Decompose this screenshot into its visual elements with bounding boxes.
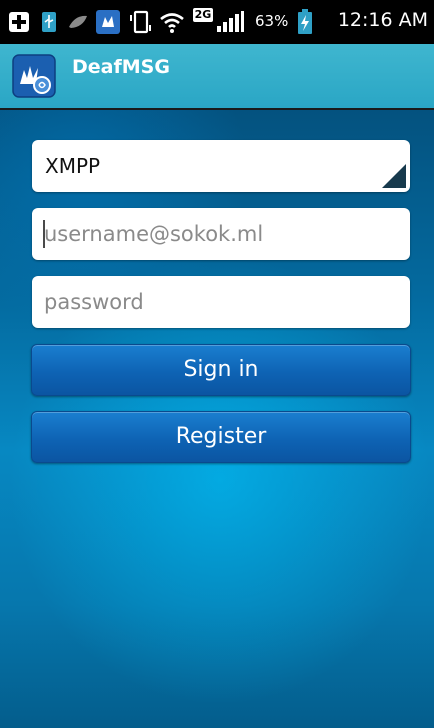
battery-charging-icon — [296, 8, 314, 36]
battery-percent: 63% — [255, 12, 289, 30]
password-field[interactable] — [32, 276, 410, 328]
clock: 12:16 AM — [337, 9, 428, 31]
usb-icon — [38, 8, 60, 36]
sign-in-button[interactable]: Sign in — [31, 344, 411, 396]
screen: 2G 63% 12:16 AM DeafMSG XMPP username@so… — [0, 0, 434, 728]
text-cursor — [43, 220, 45, 248]
app-title: DeafMSG — [72, 56, 170, 78]
deafmsg-app-icon[interactable] — [12, 54, 56, 98]
register-button[interactable]: Register — [31, 411, 411, 463]
signal-icon — [214, 8, 246, 36]
login-form: XMPP Sign in Register — [0, 110, 434, 728]
dropdown-arrow-icon — [382, 164, 406, 188]
username-field[interactable] — [32, 208, 410, 260]
network-type-icon: 2G — [190, 6, 216, 24]
network-type-label: 2G — [192, 8, 214, 22]
protocol-select[interactable]: XMPP — [32, 140, 410, 192]
password-input[interactable] — [32, 276, 410, 328]
vibrate-icon — [126, 8, 154, 36]
protocol-selected-value: XMPP — [45, 154, 101, 178]
leaf-icon — [66, 8, 90, 36]
add-icon — [6, 8, 32, 36]
action-bar: DeafMSG — [0, 44, 434, 110]
app-notification-icon — [94, 8, 122, 36]
username-input[interactable] — [32, 208, 410, 260]
wifi-icon — [158, 8, 186, 36]
status-bar: 2G 63% 12:16 AM — [0, 0, 434, 44]
